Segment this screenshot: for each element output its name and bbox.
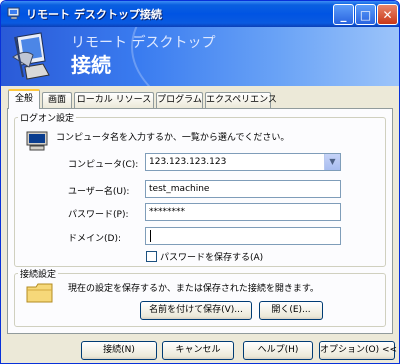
tab-display[interactable]: 画面: [42, 92, 72, 108]
help-button[interactable]: ヘルプ(H): [243, 341, 313, 360]
banner-title-line2: 接続: [71, 53, 111, 77]
options-button[interactable]: オプション(O) <<: [319, 341, 397, 360]
remote-desktop-banner-icon: [11, 31, 55, 81]
close-button[interactable]: ✕: [377, 4, 398, 25]
title-bar[interactable]: リモート デスクトップ接続 _ □ ✕: [1, 1, 399, 27]
username-field[interactable]: test_machine: [145, 180, 341, 198]
maximize-button[interactable]: □: [355, 4, 376, 25]
computer-value: 123.123.123.123: [149, 157, 227, 167]
domain-label: ドメイン(D):: [68, 234, 121, 244]
chevron-down-icon[interactable]: ▼: [324, 154, 340, 170]
tab-local-resources[interactable]: ローカル リソース: [74, 92, 154, 108]
header-banner: リモート デスクトップ 接続: [1, 27, 399, 86]
remote-desktop-window: リモート デスクトップ接続 _ □ ✕ リモート デスクトップ 接続 全般 画面…: [0, 0, 400, 364]
remote-desktop-app-icon: [6, 6, 22, 22]
logon-description: コンピュータ名を入力するか、一覧から選んでください。: [56, 133, 290, 143]
minimize-button[interactable]: _: [333, 4, 354, 25]
computer-combobox[interactable]: 123.123.123.123 ▼: [145, 153, 341, 171]
save-password-checkbox[interactable]: [146, 251, 157, 262]
connection-settings-title: 接続設定: [18, 267, 59, 280]
save-password-label[interactable]: パスワードを保存する(A): [160, 250, 263, 263]
tab-general[interactable]: 全般: [8, 89, 40, 109]
password-label: パスワード(P):: [68, 210, 129, 220]
text-caret: [150, 230, 151, 242]
username-label: ユーザー名(U):: [68, 187, 130, 197]
tab-experience[interactable]: エクスペリエンス: [205, 92, 277, 108]
computer-label: コンピュータ(C):: [68, 160, 139, 170]
cancel-button[interactable]: キャンセル: [162, 341, 234, 360]
connect-button[interactable]: 接続(N): [81, 341, 157, 360]
connection-description: 現在の設定を保存するか、または保存された接続を開きます。: [68, 284, 319, 294]
open-button[interactable]: 開く(E)...: [259, 301, 323, 320]
save-as-button[interactable]: 名前を付けて保存(V)...: [140, 301, 252, 320]
folder-icon: [26, 282, 54, 304]
password-field[interactable]: ********: [145, 203, 341, 221]
window-title: リモート デスクトップ接続: [26, 8, 162, 21]
tab-programs[interactable]: プログラム: [156, 92, 203, 108]
computer-icon: [26, 131, 48, 151]
general-tab-panel: ログオン設定 コンピュータ名を入力するか、一覧から選んでください。 コンピュータ…: [7, 108, 393, 334]
logon-settings-title: ログオン設定: [18, 111, 77, 124]
domain-field[interactable]: [145, 227, 341, 245]
